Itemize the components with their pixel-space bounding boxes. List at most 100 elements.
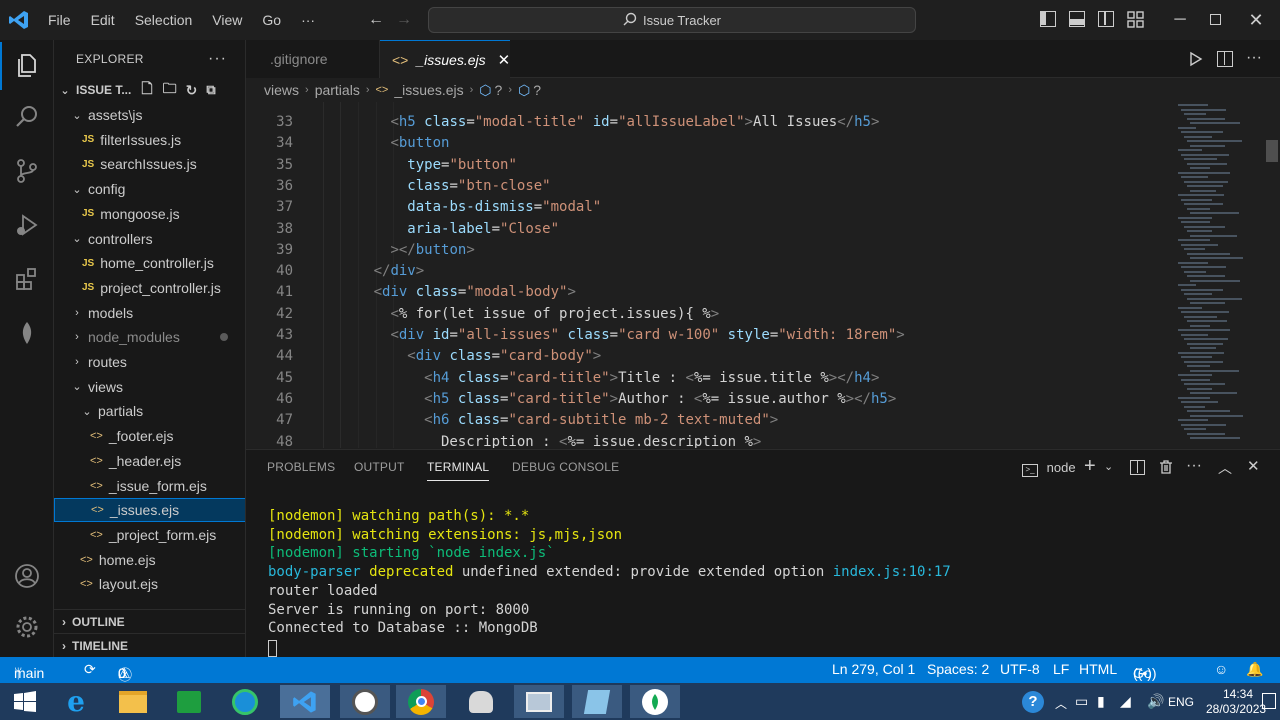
tree-item[interactable]: JS home_controller.js (54, 251, 245, 275)
back-arrow-icon[interactable]: ← (366, 10, 386, 30)
menu-selection[interactable]: Selection (125, 0, 203, 40)
extensions-icon[interactable] (12, 266, 42, 296)
code-line[interactable]: 33 <h5 class="modal-title" id="allIssueL… (246, 112, 1176, 133)
input-language[interactable]: ENG (1168, 695, 1194, 709)
tree-item[interactable]: ⌄ partials (54, 399, 245, 423)
code-line[interactable]: 41 <div class="modal-body"> (246, 282, 1176, 303)
breadcrumb-views[interactable]: views (264, 82, 299, 98)
tree-item[interactable]: ⌄ config (54, 177, 245, 201)
toggle-sidebar-icon[interactable] (1040, 11, 1056, 27)
paint-icon[interactable] (456, 685, 506, 718)
code-line[interactable]: 48 Description : <%= issue.description %… (246, 432, 1176, 449)
tree-item[interactable]: <> _header.ejs (54, 449, 245, 473)
code-line[interactable]: 44 <div class="card-body"> (246, 346, 1176, 367)
code-line[interactable]: 39 ></button> (246, 240, 1176, 261)
chevron-down-icon[interactable]: ⌄ (1104, 460, 1113, 473)
customize-layout-icon[interactable] (1127, 11, 1145, 29)
code-editor[interactable]: 33 <h5 class="modal-title" id="allIssueL… (246, 102, 1280, 448)
monitor-app-icon[interactable] (514, 685, 564, 718)
panel-tab-terminal[interactable]: TERMINAL (427, 460, 490, 481)
mongodb-leaf-icon[interactable] (12, 320, 42, 350)
tree-item[interactable]: ⌄ assets\js (54, 103, 245, 127)
editor-scrollbar[interactable] (1266, 140, 1278, 162)
tree-item[interactable]: <> _issues.ejs (54, 498, 245, 523)
panel-tab-debug-console[interactable]: DEBUG CONSOLE (512, 460, 619, 474)
terminal-shell-selector[interactable]: >_ node (1022, 460, 1076, 477)
code-line[interactable]: 47 <h6 class="card-subtitle mb-2 text-mu… (246, 410, 1176, 431)
menu-view[interactable]: View (202, 0, 252, 40)
clock-time[interactable]: 14:34 (1223, 687, 1253, 701)
tree-item[interactable]: <> layout.ejs (54, 572, 245, 596)
code-line[interactable]: 36 class="btn-close" (246, 176, 1176, 197)
run-icon[interactable] (1188, 51, 1204, 70)
menu-go[interactable]: Go (252, 0, 291, 40)
help-icon[interactable]: ? (1022, 691, 1044, 713)
source-control-icon[interactable] (12, 158, 42, 188)
timeline-section[interactable]: › TIMELINE (54, 633, 245, 657)
command-center-search[interactable]: Issue Tracker (428, 7, 916, 33)
minimap[interactable] (1172, 102, 1266, 448)
tab-gitignore[interactable]: .gitignore (246, 40, 380, 78)
store-icon[interactable] (164, 685, 214, 718)
maximize-panel-chevron-up-icon[interactable]: ︿ (1218, 458, 1232, 478)
mongodb-compass-icon[interactable] (630, 685, 680, 718)
tree-item[interactable]: ⌄ controllers (54, 227, 245, 251)
tree-item[interactable]: › models (54, 301, 245, 325)
code-line[interactable]: 38 aria-label="Close" (246, 219, 1176, 240)
editor-more-icon[interactable]: ··· (1246, 49, 1262, 67)
tree-item[interactable]: <> _footer.ejs (54, 424, 245, 448)
code-line[interactable]: 34 <button (246, 133, 1176, 154)
breadcrumb-partials[interactable]: partials (315, 82, 360, 98)
search-icon[interactable] (12, 104, 42, 134)
start-windows-icon[interactable] (0, 685, 50, 718)
breadcrumb-symbol-2[interactable]: ? (533, 82, 541, 98)
tree-item[interactable]: ⌄ views (54, 375, 245, 399)
tree-item[interactable]: › node_modules (54, 325, 245, 349)
refresh-icon[interactable]: ↻ (186, 82, 198, 99)
tree-item[interactable]: <> home.ejs (54, 548, 245, 572)
code-line[interactable]: 35 type="button" (246, 155, 1176, 176)
split-terminal-icon[interactable] (1130, 460, 1145, 475)
compass-icon[interactable] (340, 685, 390, 718)
end-of-line[interactable]: LF (1053, 661, 1069, 677)
breadcrumb-file[interactable]: _issues.ejs (394, 82, 463, 98)
tree-item[interactable]: JS mongoose.js (54, 202, 245, 226)
new-file-icon[interactable]: 🗋 (141, 78, 152, 102)
tree-item[interactable]: <> _issue_form.ejs (54, 474, 245, 498)
manage-gear-icon[interactable] (12, 614, 42, 644)
chrome-icon[interactable] (396, 685, 446, 718)
explorer-icon[interactable] (12, 51, 42, 81)
close-tab-icon[interactable]: ✕ (498, 51, 511, 69)
menu-more[interactable]: ··· (291, 0, 325, 40)
tree-item[interactable]: JS project_controller.js (54, 276, 245, 300)
sync-icon[interactable]: ⟳ (84, 661, 96, 678)
edge-icon[interactable] (220, 685, 270, 718)
tab-issues-ejs[interactable]: <> _issues.ejs ✕ (380, 40, 510, 78)
minimize-icon[interactable]: ─ (1170, 10, 1190, 30)
language-mode[interactable]: HTML (1079, 661, 1117, 677)
internet-explorer-icon[interactable]: e (51, 685, 101, 718)
collapse-all-icon[interactable]: ⧉ (206, 82, 215, 98)
code-line[interactable]: 40 </div> (246, 261, 1176, 282)
code-line[interactable]: 42 <% for(let issue of project.issues){ … (246, 304, 1176, 325)
indentation[interactable]: Spaces: 2 (927, 661, 989, 677)
forward-arrow-icon[interactable]: → (394, 10, 414, 30)
breadcrumb-symbol-1[interactable]: ? (495, 82, 503, 98)
split-editor-icon[interactable] (1217, 51, 1233, 67)
tray-chevron-up-icon[interactable]: ︿ (1055, 695, 1067, 712)
menu-file[interactable]: File (38, 0, 81, 40)
toggle-secondary-sidebar-icon[interactable] (1098, 11, 1114, 27)
tree-item[interactable]: › routes (54, 350, 245, 374)
encoding[interactable]: UTF-8 (1000, 661, 1040, 677)
new-folder-icon[interactable]: 🗀 (163, 78, 177, 102)
outline-section[interactable]: › OUTLINE (54, 609, 245, 633)
menu-edit[interactable]: Edit (81, 0, 125, 40)
panel-tab-problems[interactable]: PROBLEMS (267, 460, 335, 474)
close-panel-icon[interactable]: ✕ (1247, 457, 1260, 475)
battery-icon[interactable]: ▮ (1097, 693, 1105, 710)
explorer-more-icon[interactable]: ··· (208, 50, 227, 68)
account-icon[interactable] (12, 562, 42, 592)
panel-more-icon[interactable]: ··· (1186, 457, 1202, 475)
restore-icon[interactable] (1210, 14, 1221, 25)
feedback-icon[interactable]: ☺ (1214, 661, 1228, 677)
